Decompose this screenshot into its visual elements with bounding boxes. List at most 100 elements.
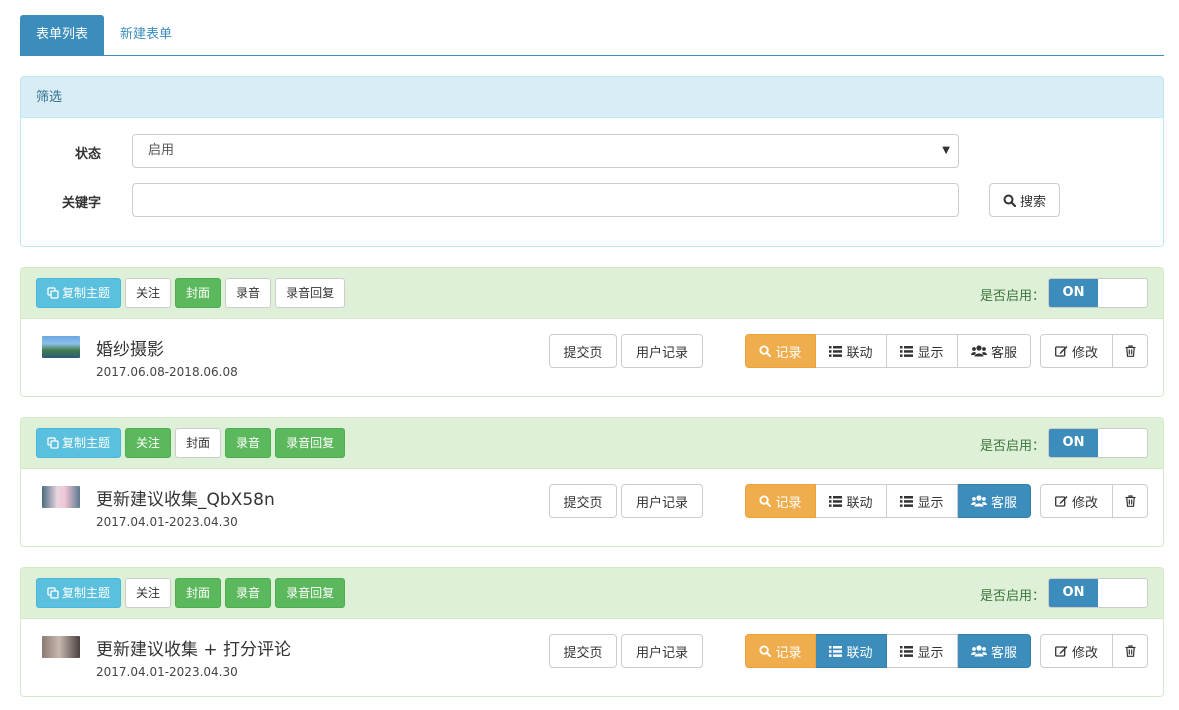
records-label: 记录 [775,495,802,511]
tab-new-form[interactable]: 新建表单 [104,15,188,55]
recording-button[interactable]: 录音 [225,428,272,458]
service-label: 客服 [990,495,1017,511]
form-date-range: 2017.04.01-2023.04.30 [96,515,238,529]
linkage-label: 联动 [846,345,873,361]
service-label: 客服 [990,345,1017,361]
edit-button[interactable]: 修改 [1040,634,1113,668]
edit-button[interactable]: 修改 [1040,334,1113,368]
records-label: 记录 [775,345,802,361]
recording-reply-button[interactable]: 录音回复 [275,428,346,458]
delete-button[interactable] [1113,634,1148,668]
delete-button[interactable] [1113,484,1148,518]
filter-panel-title: 筛选 [21,77,1163,118]
service-label: 客服 [990,645,1017,661]
status-label: 状态 [74,147,101,162]
form-card-actions: 复制主题 关注 封面 录音 录音回复 [36,578,346,608]
edit-label: 修改 [1071,495,1098,511]
follow-button[interactable]: 关注 [125,428,172,458]
toggle-on-label: ON [1049,579,1098,607]
copy-theme-button[interactable]: 复制主题 [36,578,122,608]
follow-button[interactable]: 关注 [125,278,172,308]
edit-icon [1055,346,1068,357]
linkage-button[interactable]: 联动 [816,334,887,368]
list-icon [829,495,843,507]
copy-theme-button[interactable]: 复制主题 [36,428,122,458]
recording-button[interactable]: 录音 [225,278,272,308]
form-title: 婚纱摄影 [96,340,164,360]
form-thumbnail[interactable] [42,636,80,658]
display-button[interactable]: 显示 [887,634,958,668]
form-thumbnail[interactable] [42,486,80,508]
recording-button[interactable]: 录音 [225,578,272,608]
form-card-header: 复制主题 关注 封面 录音 录音回复 是否启用： ON [21,418,1163,469]
chevron-down-icon: ▼ [942,145,950,156]
status-select-value: 启用 [148,143,175,158]
edit-icon [1055,496,1068,507]
cover-button[interactable]: 封面 [175,578,222,608]
linkage-label: 联动 [846,645,873,661]
edit-label: 修改 [1071,345,1098,361]
enable-label: 是否启用： [979,589,1045,604]
user-records-button[interactable]: 用户记录 [621,334,703,368]
form-card-body: 更新建议收集_QbX58n 2017.04.01-2023.04.30 提交页 … [21,469,1163,546]
records-button[interactable]: 记录 [745,484,816,518]
linkage-button[interactable]: 联动 [816,634,887,668]
toggle-on-label: ON [1049,279,1098,307]
cover-button[interactable]: 封面 [175,278,222,308]
copy-icon [47,287,59,299]
edit-icon [1055,646,1068,657]
form-card-body: 更新建议收集 + 打分评论 2017.04.01-2023.04.30 提交页 … [21,619,1163,696]
records-button[interactable]: 记录 [745,634,816,668]
form-title: 更新建议收集_QbX58n [96,490,275,510]
submit-page-button[interactable]: 提交页 [549,334,617,368]
follow-button[interactable]: 关注 [125,578,172,608]
form-card-actions: 复制主题 关注 封面 录音 录音回复 [36,278,346,308]
form-title: 更新建议收集 + 打分评论 [96,640,292,660]
submit-page-button[interactable]: 提交页 [549,634,617,668]
list-icon [900,345,914,357]
delete-button[interactable] [1113,334,1148,368]
keyword-label: 关键字 [61,196,101,211]
enable-toggle[interactable]: ON [1048,278,1148,308]
recording-reply-button[interactable]: 录音回复 [275,278,346,308]
enable-toggle[interactable]: ON [1048,578,1148,608]
tab-form-list[interactable]: 表单列表 [20,15,105,55]
display-button[interactable]: 显示 [887,334,958,368]
search-icon [1003,194,1016,207]
edit-label: 修改 [1071,645,1098,661]
service-button[interactable]: 客服 [958,634,1031,668]
form-card-3: 复制主题 关注 封面 录音 录音回复 是否启用： ON 更新建议收集 + 打分评… [20,567,1164,697]
records-label: 记录 [775,645,802,661]
submit-page-button[interactable]: 提交页 [549,484,617,518]
display-button[interactable]: 显示 [887,484,958,518]
status-select[interactable]: 启用 ▼ [132,134,959,168]
copy-theme-button[interactable]: 复制主题 [36,278,122,308]
list-icon [829,645,843,657]
keyword-input[interactable] [132,183,959,217]
user-records-button[interactable]: 用户记录 [621,634,703,668]
search-button-label: 搜索 [1019,194,1046,210]
service-button[interactable]: 客服 [958,484,1031,518]
users-icon [970,645,987,657]
recording-reply-button[interactable]: 录音回复 [275,578,346,608]
records-button[interactable]: 记录 [745,334,816,368]
copy-icon [47,437,59,449]
enable-label: 是否启用： [979,289,1045,304]
form-card-actions: 复制主题 关注 封面 录音 录音回复 [36,428,346,458]
form-thumbnail[interactable] [42,336,80,358]
search-icon [759,345,772,357]
linkage-label: 联动 [846,495,873,511]
search-button[interactable]: 搜索 [989,183,1060,217]
copy-icon [47,587,59,599]
edit-button[interactable]: 修改 [1040,484,1113,518]
cover-button[interactable]: 封面 [175,428,222,458]
service-button[interactable]: 客服 [958,334,1031,368]
user-records-button[interactable]: 用户记录 [621,484,703,518]
linkage-button[interactable]: 联动 [816,484,887,518]
list-icon [829,345,843,357]
display-label: 显示 [917,495,944,511]
copy-theme-label: 复制主题 [62,286,111,300]
trash-icon [1125,645,1135,657]
enable-toggle[interactable]: ON [1048,428,1148,458]
enable-label: 是否启用： [979,439,1045,454]
